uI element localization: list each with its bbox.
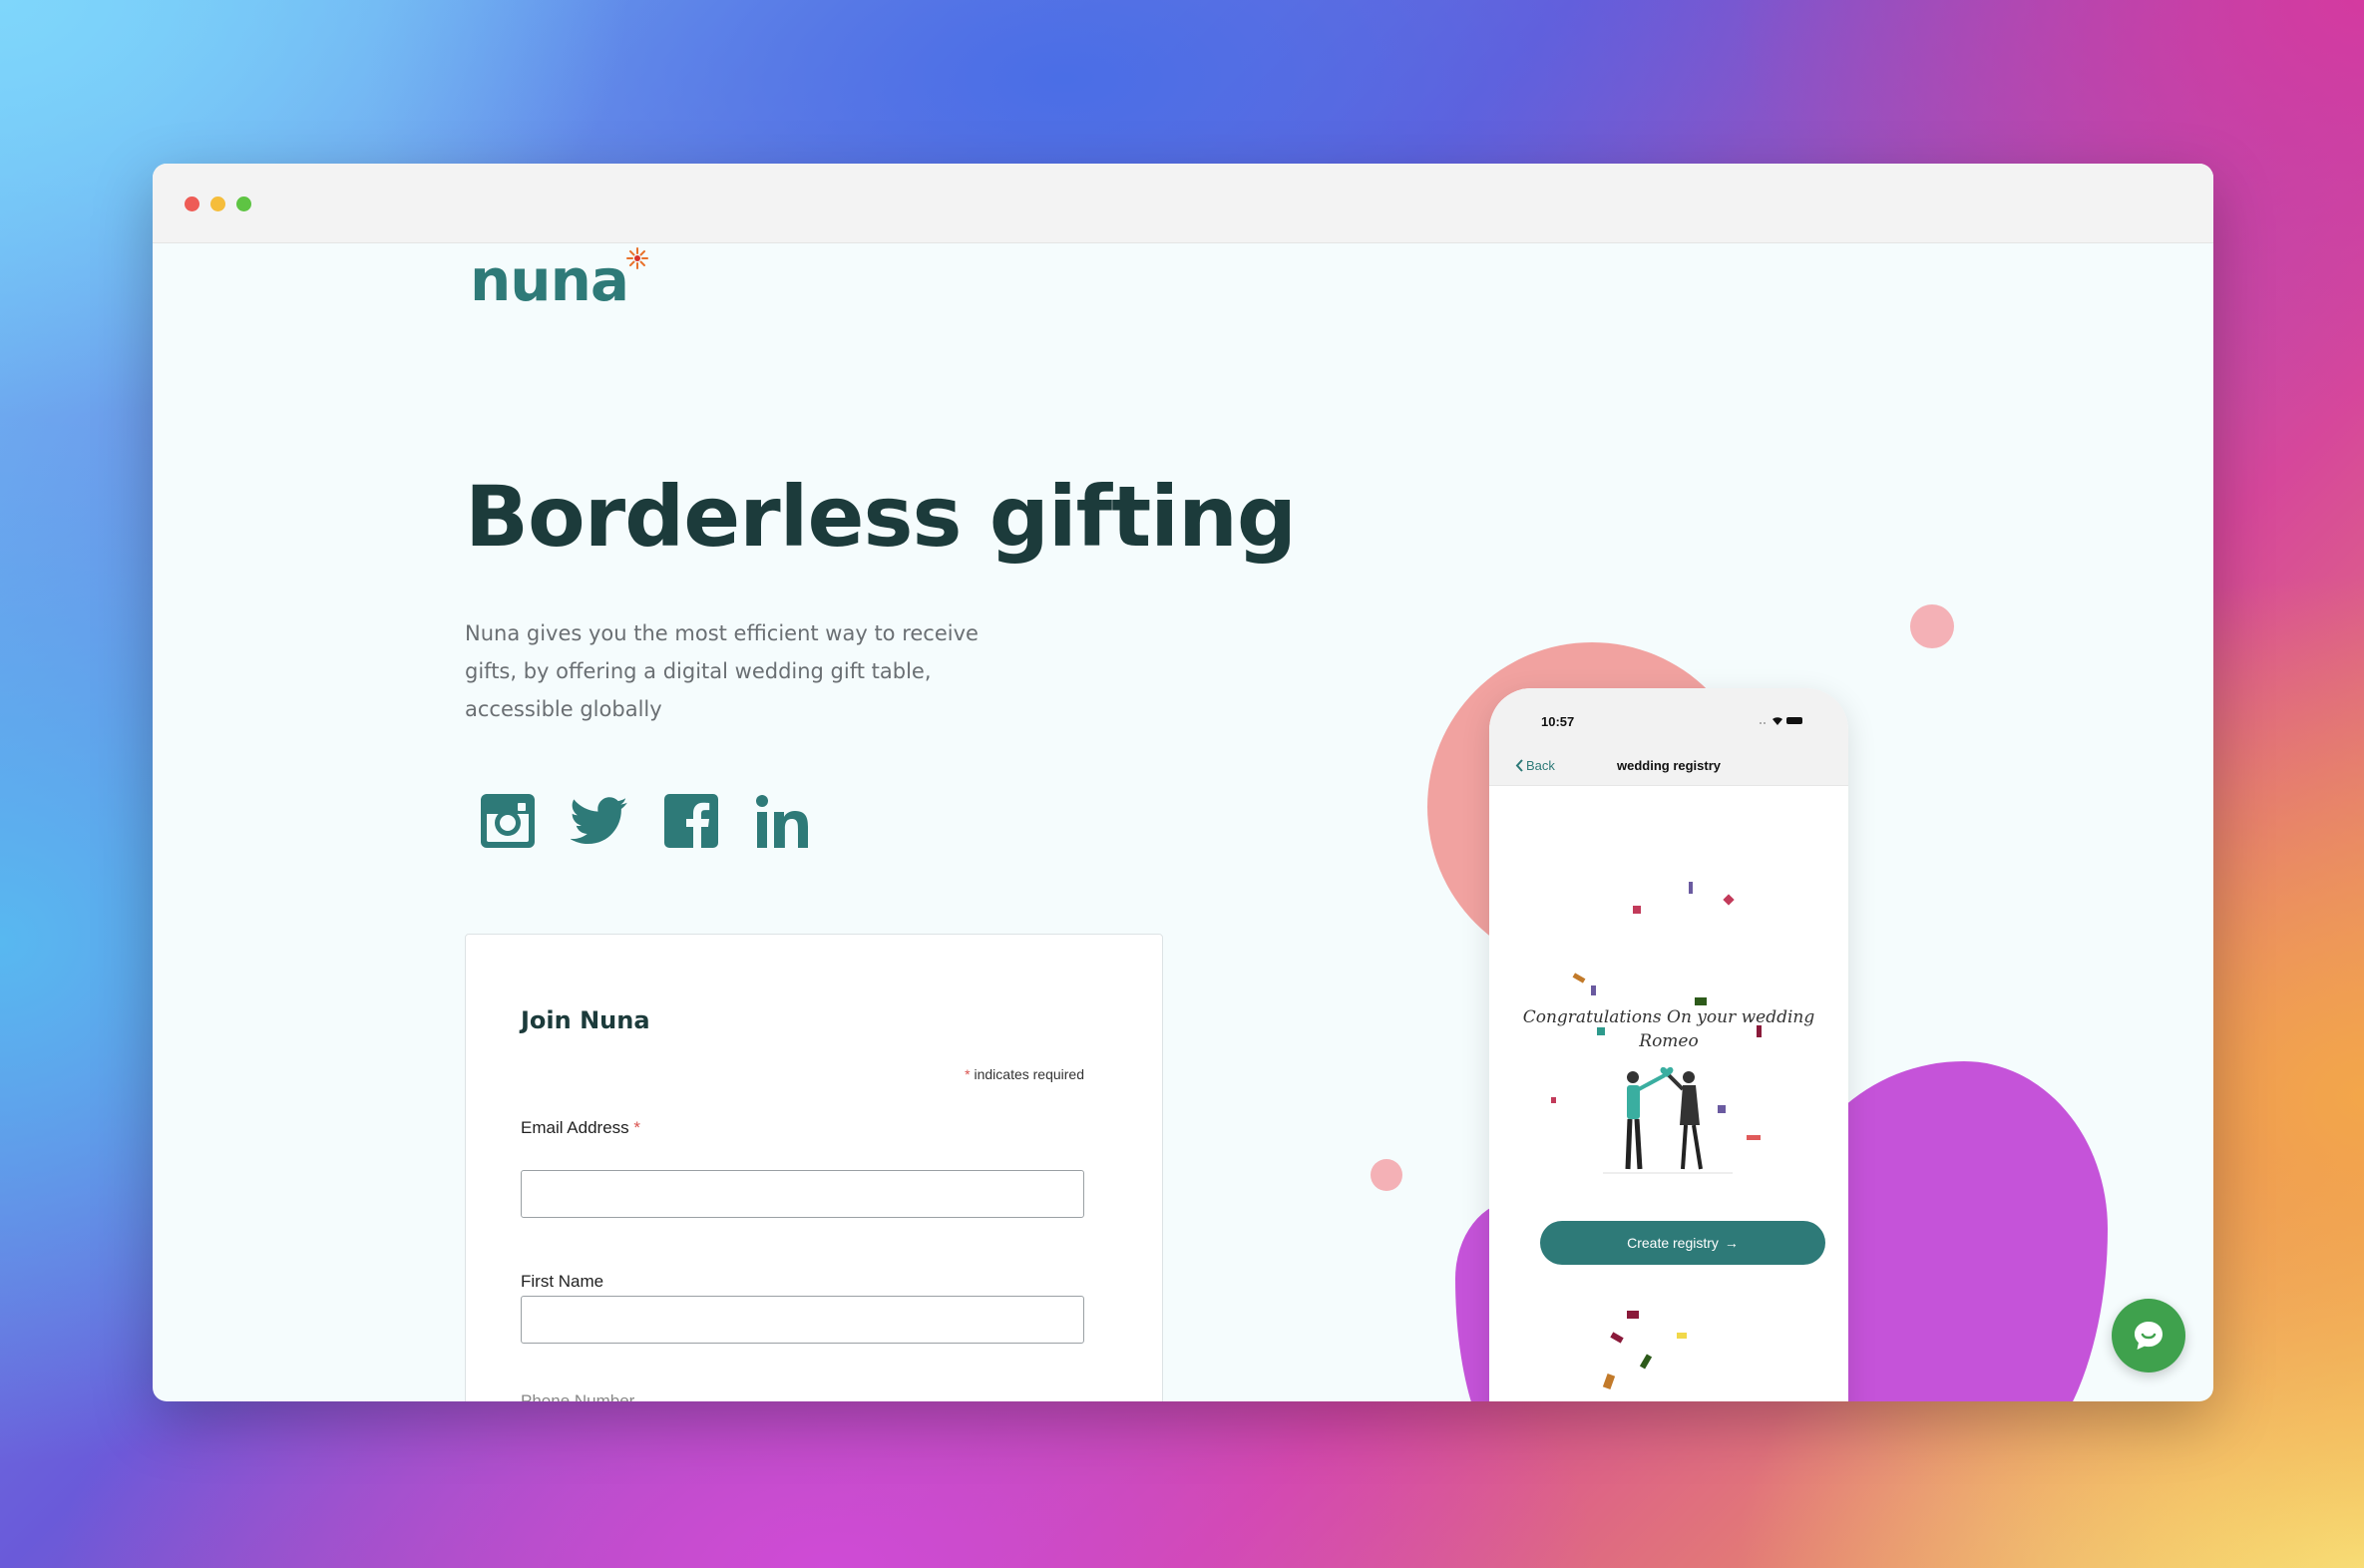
required-note: * indicates required — [965, 1066, 1084, 1082]
congratulations-message: Congratulations On your wedding Romeo — [1507, 1005, 1830, 1053]
confetti — [1695, 997, 1707, 1005]
linkedin-link[interactable] — [753, 790, 813, 852]
confetti — [1747, 1135, 1761, 1140]
email-label: Email Address * — [521, 1118, 640, 1138]
couple-illustration — [1603, 1066, 1733, 1174]
twitter-icon — [571, 797, 627, 845]
email-input[interactable] — [521, 1170, 1084, 1218]
signup-form: Join Nuna * indicates required Email Add… — [465, 934, 1163, 1401]
chat-bubble-icon — [2135, 1322, 2163, 1350]
confetti — [1602, 1373, 1616, 1389]
logo-text: nuna — [470, 246, 629, 314]
phone-label: Phone Number — [521, 1391, 635, 1401]
page-content: nuna Borderless gifting Nuna gives you t… — [153, 243, 2213, 1401]
create-registry-button[interactable]: Create registry → — [1540, 1221, 1825, 1265]
minimize-window-button[interactable] — [210, 196, 225, 211]
facebook-icon — [664, 794, 718, 848]
confetti — [1551, 1097, 1556, 1103]
phone-nav-title: wedding registry — [1616, 758, 1722, 773]
sun-icon — [626, 247, 649, 269]
instagram-link[interactable] — [478, 790, 538, 852]
twitter-link[interactable] — [570, 790, 629, 852]
hero-title: Borderless gifting — [465, 468, 1297, 566]
arrow-right-icon: → — [1724, 1235, 1739, 1251]
phone-mockup: 10:57 Back wedding registry Congratulati… — [1489, 688, 1848, 1401]
instagram-icon — [481, 794, 535, 848]
nuna-logo[interactable]: nuna — [470, 246, 649, 314]
confetti — [1610, 1332, 1624, 1344]
email-label-text: Email Address — [521, 1118, 629, 1137]
create-registry-label: Create registry — [1627, 1235, 1719, 1251]
congrats-line-2: Romeo — [1639, 1031, 1699, 1051]
phone-time: 10:57 — [1541, 714, 1575, 729]
confetti — [1591, 985, 1596, 995]
confetti — [1633, 906, 1641, 914]
close-window-button[interactable] — [185, 196, 199, 211]
required-note-text: indicates required — [974, 1066, 1084, 1082]
required-star: * — [965, 1066, 971, 1082]
browser-window: nuna Borderless gifting Nuna gives you t… — [153, 164, 2213, 1401]
facebook-link[interactable] — [661, 790, 721, 852]
confetti — [1723, 894, 1735, 906]
confetti — [1639, 1354, 1653, 1370]
congrats-line-1: Congratulations On your wedding — [1522, 1007, 1815, 1027]
confetti — [1689, 882, 1693, 894]
phone-screen: Congratulations On your wedding Romeo Cr… — [1507, 786, 1830, 1401]
social-links — [478, 790, 813, 852]
confetti — [1757, 1025, 1762, 1037]
decorative-dot — [1371, 1159, 1402, 1191]
chat-button[interactable] — [2112, 1299, 2185, 1372]
signal-wifi-battery-icon — [1760, 717, 1802, 725]
window-titlebar — [153, 164, 2213, 243]
form-title: Join Nuna — [521, 1006, 650, 1034]
first-name-label: First Name — [521, 1272, 604, 1291]
decorative-dot — [1910, 604, 1954, 648]
confetti — [1677, 1333, 1687, 1339]
phone-nav-bar: Back wedding registry — [1489, 746, 1848, 786]
email-required-star: * — [633, 1118, 641, 1137]
phone-status-bar: 10:57 — [1489, 688, 1848, 746]
linkedin-icon — [756, 795, 808, 848]
maximize-window-button[interactable] — [236, 196, 251, 211]
hero-subtitle: Nuna gives you the most efficient way to… — [465, 621, 979, 721]
confetti — [1627, 1311, 1639, 1319]
first-name-input[interactable] — [521, 1296, 1084, 1344]
confetti — [1597, 1027, 1605, 1035]
confetti — [1572, 973, 1586, 983]
